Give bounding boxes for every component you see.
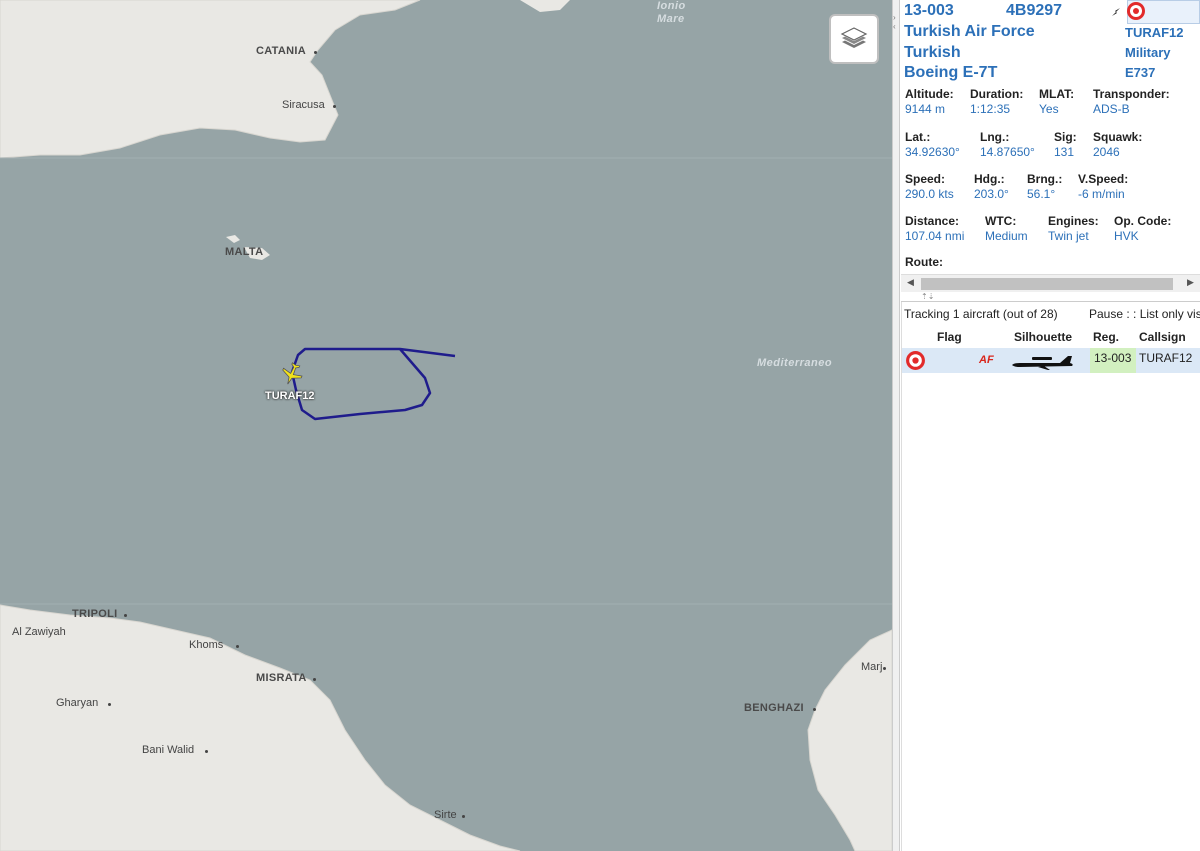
- value-duration: 1:12:35: [970, 102, 1011, 116]
- city-label-misrata: MISRATA: [256, 672, 307, 684]
- value-engines: Twin jet: [1048, 229, 1089, 243]
- town-dot: [205, 750, 208, 753]
- value-squawk: 2046: [1093, 145, 1120, 159]
- value-vspeed: -6 m/min: [1078, 187, 1125, 201]
- info-aircraft-type: Boeing E-7T: [904, 64, 998, 81]
- city-dot: [314, 51, 317, 54]
- value-distance: 107.04 nmi: [905, 229, 965, 243]
- map-base: [0, 0, 892, 851]
- layers-icon: [840, 27, 868, 48]
- scroll-left-icon[interactable]: ◀: [907, 277, 914, 288]
- city-dot: [124, 614, 127, 617]
- info-registration[interactable]: 13-003: [904, 2, 954, 20]
- town-label-al-zawiyah: Al Zawiyah: [12, 626, 66, 638]
- label-lng: Lng.:: [980, 130, 1010, 144]
- info-horizontal-scrollbar[interactable]: ◀ ▶: [901, 274, 1200, 292]
- label-altitude: Altitude:: [905, 87, 954, 101]
- city-label-malta: MALTA: [225, 246, 264, 258]
- label-engines: Engines:: [1048, 214, 1099, 228]
- aircraft-info-panel: 13-003 4B9297 Turkish Air Force Turkish …: [901, 0, 1200, 294]
- town-dot: [236, 645, 239, 648]
- town-dot: [883, 667, 886, 670]
- app-window: TURAF12 CATANIA Siracusa MALTA TRIPOLI A…: [0, 0, 1200, 851]
- town-label-siracusa: Siracusa: [282, 99, 325, 111]
- label-route: Route:: [905, 255, 943, 269]
- heading-arrow-icon: [1112, 8, 1120, 16]
- layers-button[interactable]: [829, 14, 879, 64]
- aircraft-icon[interactable]: [279, 361, 305, 387]
- town-label-sirte: Sirte: [434, 809, 457, 821]
- value-speed: 290.0 kts: [905, 187, 954, 201]
- label-sig: Sig:: [1054, 130, 1077, 144]
- info-type-code: E737: [1125, 65, 1156, 80]
- town-label-bani-walid: Bani Walid: [142, 744, 195, 756]
- label-mlat: MLAT:: [1039, 87, 1075, 101]
- row-callsign: TURAF12: [1139, 351, 1193, 365]
- table-row[interactable]: AF 13-003 TURAF12: [902, 348, 1200, 373]
- value-hdg: 203.0°: [974, 187, 1009, 201]
- town-label-marj: Marj: [861, 661, 883, 673]
- info-icao[interactable]: 4B9297: [1006, 2, 1062, 20]
- scroll-right-icon[interactable]: ▶: [1187, 277, 1194, 288]
- list-pause-toggle[interactable]: Pause : : List only visi: [1089, 307, 1200, 321]
- expand-arrow-icon[interactable]: ‹: [893, 22, 896, 31]
- info-callsign[interactable]: TURAF12: [1125, 25, 1184, 40]
- info-country: Turkish: [904, 44, 961, 61]
- city-label-benghazi: BENGHAZI: [744, 702, 804, 714]
- city-label-catania: CATANIA: [256, 45, 306, 57]
- label-speed: Speed:: [905, 172, 946, 186]
- info-category: Military: [1125, 45, 1171, 60]
- label-lat: Lat.:: [905, 130, 931, 144]
- roundel-icon: [1127, 2, 1145, 20]
- panel-divider[interactable]: › ‹: [892, 0, 900, 851]
- column-header-callsign[interactable]: Callsign: [1139, 330, 1186, 344]
- city-label-tripoli: TRIPOLI: [72, 608, 118, 620]
- value-altitude: 9144 m: [905, 102, 946, 116]
- label-duration: Duration:: [970, 87, 1024, 101]
- label-brng: Brng.:: [1027, 172, 1063, 186]
- town-dot: [462, 815, 465, 818]
- sea-label-ionio: Ionio: [657, 0, 686, 12]
- scrollbar-thumb[interactable]: [921, 278, 1173, 290]
- roundel-flag-icon: [906, 351, 925, 370]
- resize-handle-icon[interactable]: ⇡⇣: [921, 292, 934, 301]
- aircraft-list-panel: Tracking 1 aircraft (out of 28) Pause : …: [901, 302, 1200, 851]
- value-wtc: Medium: [985, 229, 1028, 243]
- info-operator: Turkish Air Force: [904, 23, 1035, 40]
- value-transponder: ADS-B: [1093, 102, 1130, 116]
- value-opcode: HVK: [1114, 229, 1139, 243]
- city-dot: [813, 708, 816, 711]
- value-mlat: Yes: [1039, 102, 1059, 116]
- label-wtc: WTC:: [985, 214, 1017, 228]
- row-registration: 13-003: [1090, 348, 1136, 373]
- town-dot: [108, 703, 111, 706]
- value-lng: 14.87650°: [980, 145, 1035, 159]
- column-header-silhouette[interactable]: Silhouette: [1014, 330, 1072, 344]
- aircraft-map-label: TURAF12: [265, 390, 315, 402]
- flight-track: [290, 347, 456, 421]
- city-dot: [313, 678, 316, 681]
- label-hdg: Hdg.:: [974, 172, 1005, 186]
- town-dot: [333, 105, 336, 108]
- label-vspeed: V.Speed:: [1078, 172, 1129, 186]
- value-brng: 56.1°: [1027, 187, 1056, 201]
- label-squawk: Squawk:: [1093, 130, 1143, 144]
- value-lat: 34.92630°: [905, 145, 960, 159]
- aircraft-silhouette-icon: [1012, 356, 1073, 370]
- map-view[interactable]: TURAF12 CATANIA Siracusa MALTA TRIPOLI A…: [0, 0, 892, 851]
- column-header-reg[interactable]: Reg.: [1093, 330, 1119, 344]
- operator-logo: AF: [979, 354, 994, 366]
- sea-label-mediterraneo: Mediterraneo: [757, 357, 833, 369]
- panel-split-handle[interactable]: ⇡⇣: [901, 292, 1200, 302]
- town-label-gharyan: Gharyan: [56, 697, 99, 709]
- sea-label-mare: Mare: [657, 13, 685, 25]
- list-status: Tracking 1 aircraft (out of 28): [904, 307, 1058, 321]
- label-distance: Distance:: [905, 214, 960, 228]
- column-header-flag[interactable]: Flag: [937, 330, 962, 344]
- collapse-arrow-icon[interactable]: ›: [893, 13, 896, 22]
- label-opcode: Op. Code:: [1114, 214, 1172, 228]
- town-label-khoms: Khoms: [189, 639, 224, 651]
- value-sig: 131: [1054, 145, 1075, 159]
- label-transponder: Transponder:: [1093, 87, 1170, 101]
